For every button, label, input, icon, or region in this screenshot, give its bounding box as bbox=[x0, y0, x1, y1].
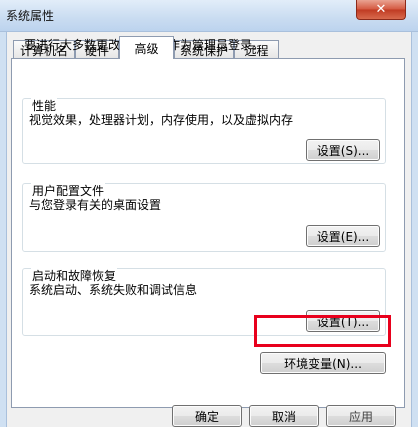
close-icon: ✕ bbox=[375, 2, 387, 17]
user-profiles-desc: 与您登录有关的桌面设置 bbox=[29, 198, 162, 212]
environment-variables-button[interactable]: 环境变量(N)... bbox=[260, 352, 386, 374]
startup-recovery-desc: 系统启动、系统失败和调试信息 bbox=[29, 283, 198, 297]
user-profiles-settings-button[interactable]: 设置(E)... bbox=[306, 225, 380, 247]
cancel-button[interactable]: 取消 bbox=[249, 405, 319, 427]
performance-desc: 视觉效果，处理器计划，内存使用，以及虚拟内存 bbox=[29, 113, 294, 127]
tab-advanced[interactable]: 高级 bbox=[119, 36, 174, 59]
close-button[interactable]: ✕ bbox=[356, 0, 406, 20]
highlight-box bbox=[254, 315, 391, 347]
apply-button[interactable]: 应用 bbox=[326, 405, 396, 427]
performance-settings-button[interactable]: 设置(S)... bbox=[306, 139, 380, 161]
title-bar[interactable]: 系统属性 ✕ bbox=[0, 0, 418, 32]
ok-button[interactable]: 确定 bbox=[172, 405, 242, 427]
window-title: 系统属性 bbox=[6, 9, 55, 23]
